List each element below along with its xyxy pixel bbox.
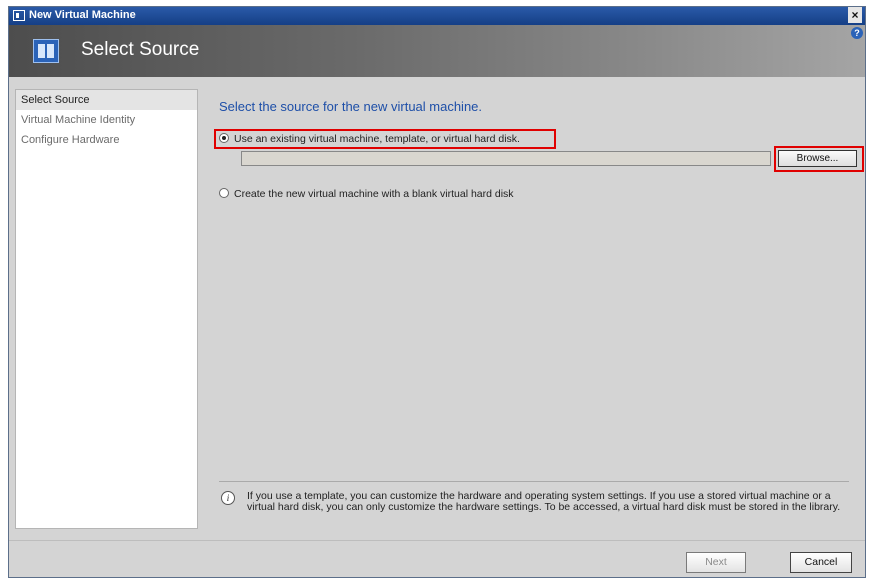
help-icon[interactable]: ?: [851, 27, 863, 39]
close-icon[interactable]: ×: [848, 7, 862, 23]
sidebar-item-select-source[interactable]: Select Source: [16, 90, 197, 110]
browse-button[interactable]: Browse...: [778, 150, 857, 167]
wizard-window: New Virtual Machine × Select Source ? Se…: [8, 6, 866, 578]
wizard-steps-sidebar: Select Source Virtual Machine Identity C…: [15, 89, 198, 529]
sidebar-item-virtual-machine-identity[interactable]: Virtual Machine Identity: [16, 110, 197, 130]
next-button[interactable]: Next: [686, 552, 746, 573]
source-path-input[interactable]: [241, 151, 771, 166]
radio-button-selected[interactable]: [219, 133, 229, 144]
info-divider: [219, 481, 849, 482]
title-bar: New Virtual Machine ×: [9, 7, 865, 25]
radio-blank-label: Create the new virtual machine with a bl…: [234, 188, 514, 200]
cancel-button[interactable]: Cancel: [790, 552, 852, 573]
footer-divider: [9, 540, 865, 541]
main-content: Select the source for the new virtual ma…: [209, 89, 864, 534]
radio-button-unselected[interactable]: [219, 188, 229, 199]
sidebar-item-configure-hardware[interactable]: Configure Hardware: [16, 130, 197, 150]
virtual-machine-icon: [33, 39, 59, 63]
radio-existing-label: Use an existing virtual machine, templat…: [234, 133, 520, 145]
info-text: If you use a template, you can customize…: [247, 490, 841, 513]
info-icon: i: [221, 491, 235, 505]
section-heading: Select the source for the new virtual ma…: [219, 99, 483, 114]
wizard-header: Select Source ?: [9, 25, 865, 77]
page-title: Select Source: [81, 39, 200, 60]
radio-blank-disk[interactable]: Create the new virtual machine with a bl…: [219, 188, 514, 200]
app-icon: [13, 10, 25, 21]
radio-existing-source[interactable]: Use an existing virtual machine, templat…: [219, 133, 520, 145]
window-title: New Virtual Machine: [29, 9, 136, 21]
